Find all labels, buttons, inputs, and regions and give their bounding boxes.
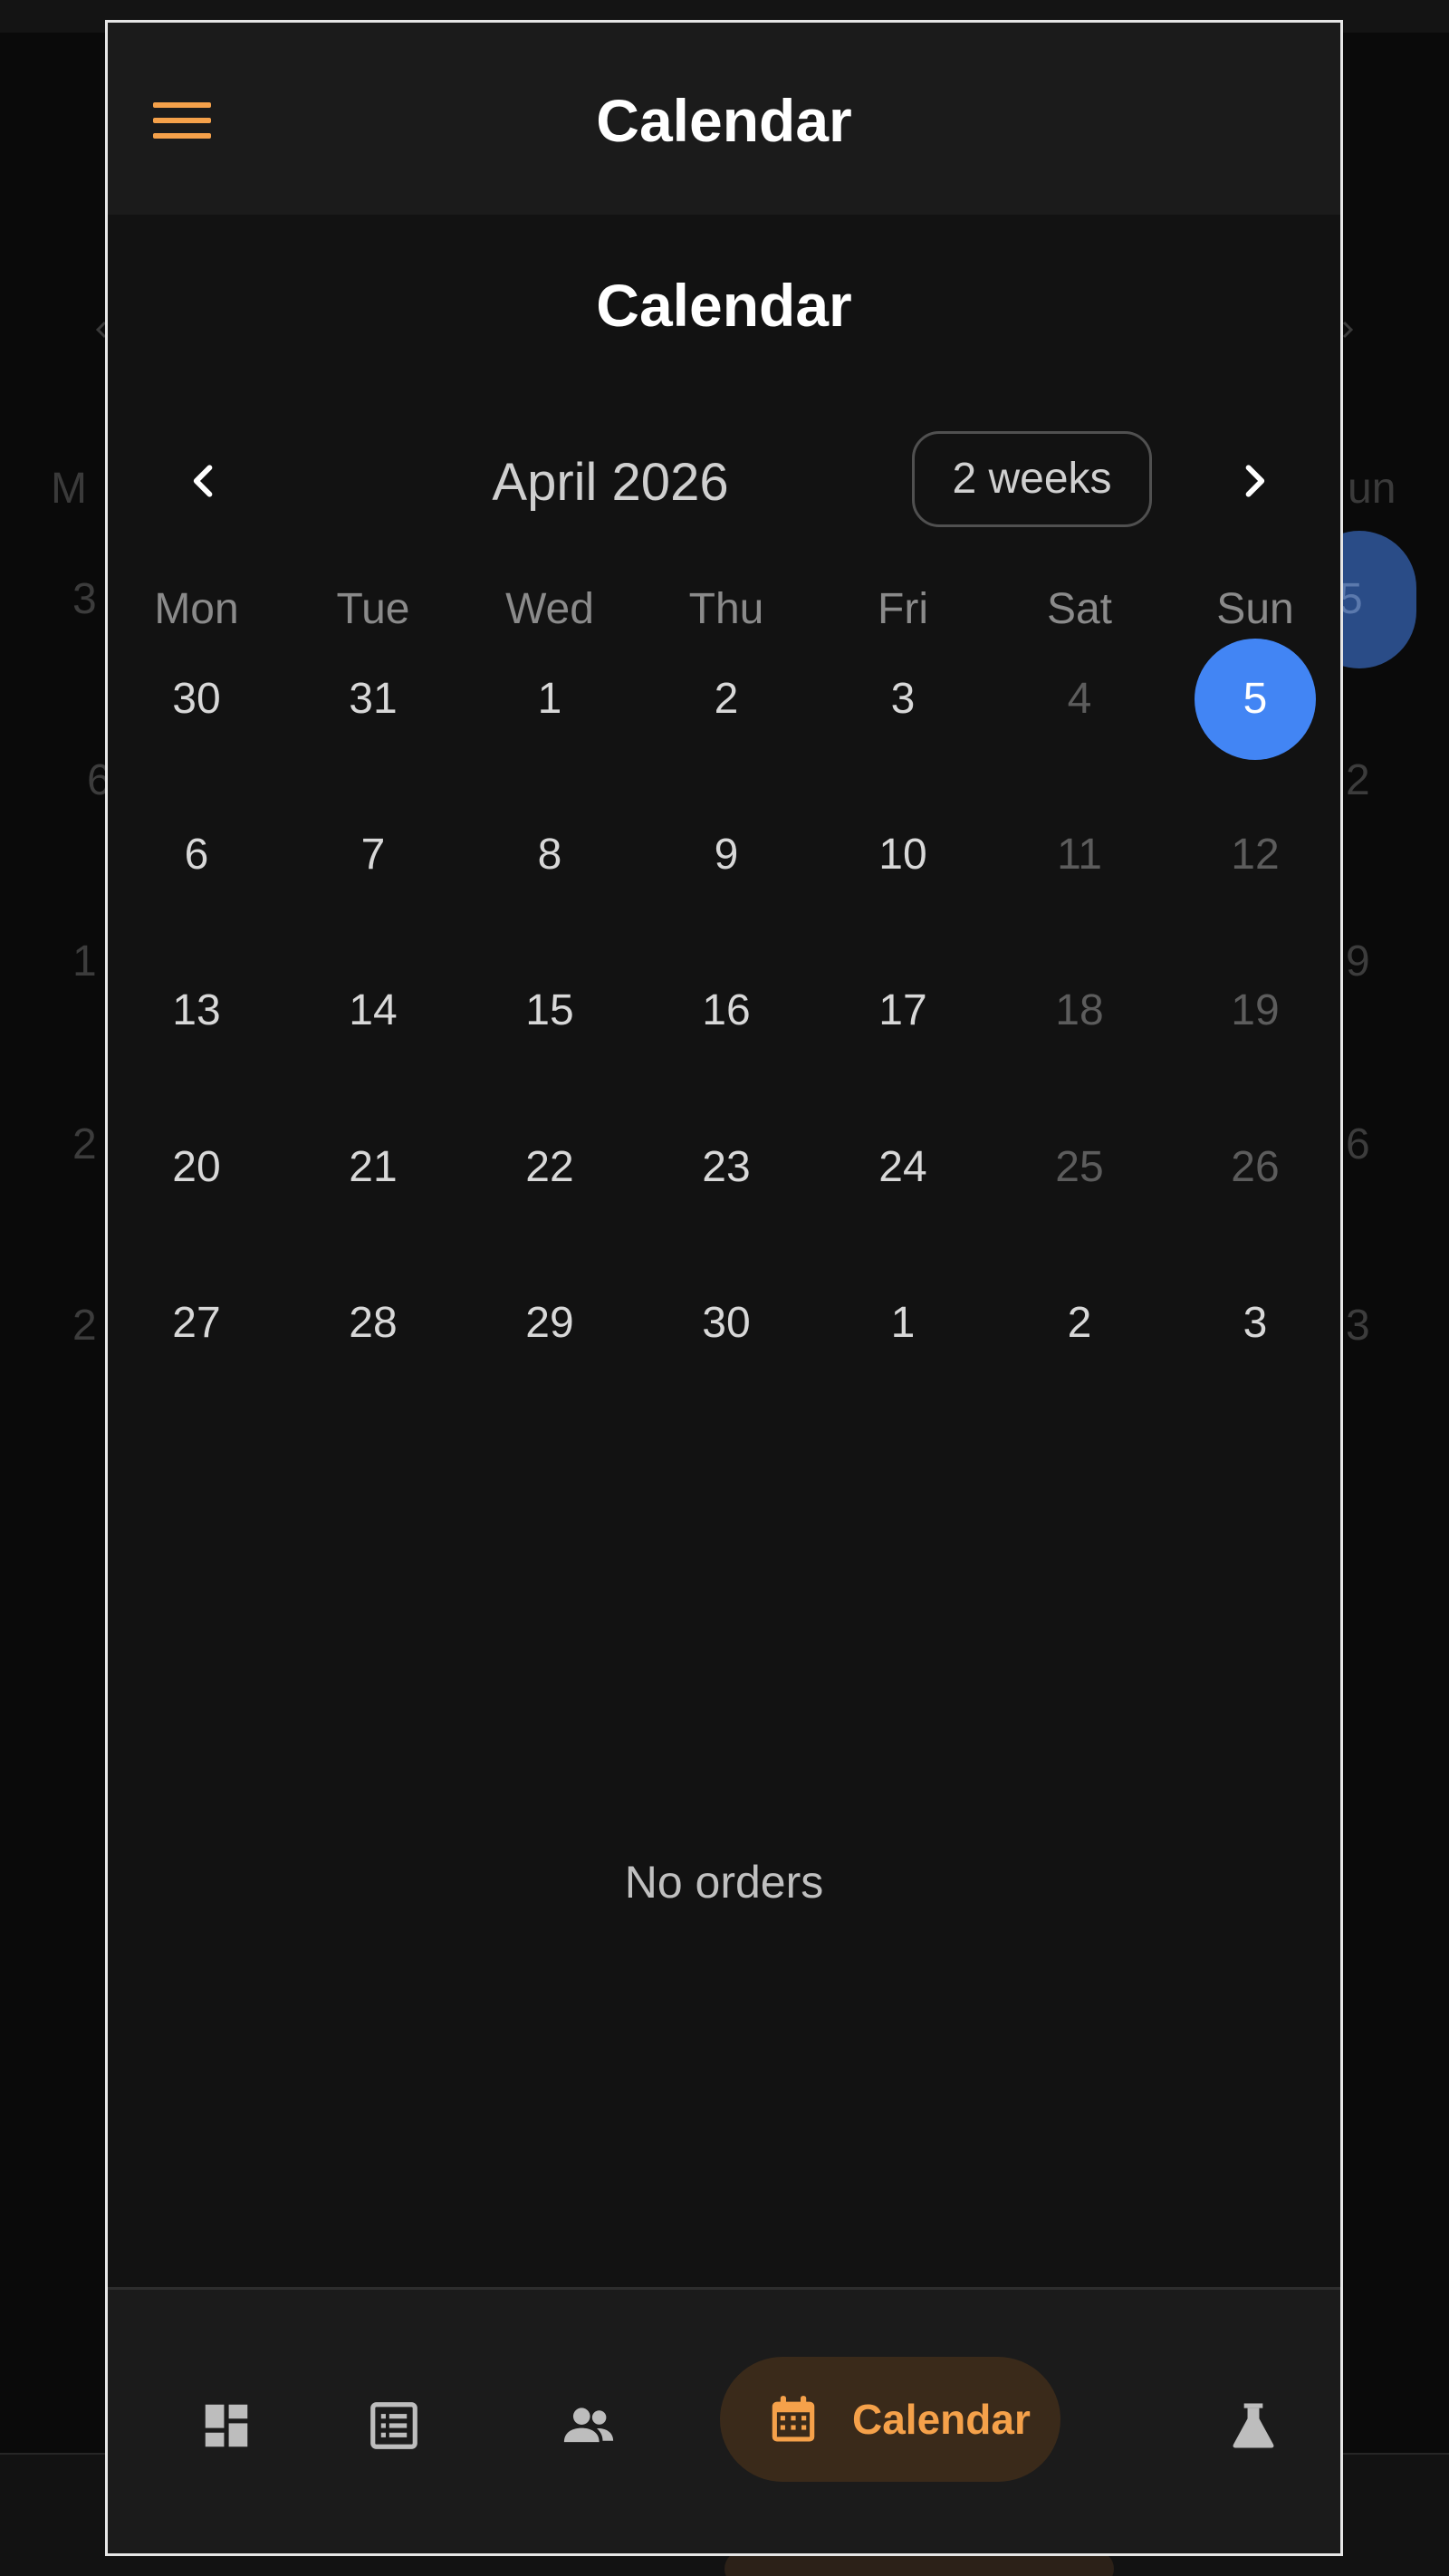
- calendar-icon: [772, 2396, 815, 2442]
- day-cell[interactable]: 4: [1012, 670, 1147, 728]
- day-cell[interactable]: 30: [658, 1294, 794, 1352]
- day-cell[interactable]: 6: [129, 826, 264, 884]
- people-icon: [563, 2408, 614, 2443]
- day-cell[interactable]: 29: [482, 1294, 618, 1352]
- bar-chart-icon: [1339, 2398, 1343, 2454]
- chevron-right-icon: [1245, 465, 1265, 497]
- weekday-header: Tue: [336, 585, 410, 633]
- day-cell[interactable]: 17: [835, 982, 971, 1040]
- day-cell[interactable]: 1: [835, 1294, 971, 1352]
- weekday-header: Mon: [154, 585, 239, 633]
- chevron-left-icon: [193, 465, 213, 497]
- background-day-fragment: 9: [1346, 937, 1370, 985]
- weekday-header: Wed: [505, 585, 594, 633]
- day-cell[interactable]: 20: [129, 1139, 264, 1197]
- nav-statistics[interactable]: [1312, 2371, 1343, 2480]
- day-cell[interactable]: 23: [658, 1139, 794, 1197]
- day-cell[interactable]: 14: [305, 982, 441, 1040]
- day-cell[interactable]: 10: [835, 826, 971, 884]
- app-window: Calendar Calendar April 2026 2 weeks Mon…: [105, 20, 1343, 2556]
- background-day-fragment: 1: [72, 937, 97, 985]
- flask-icon: [1233, 2403, 1274, 2448]
- day-cell[interactable]: 21: [305, 1139, 441, 1197]
- nav-calendar-label: Calendar: [852, 2396, 1031, 2443]
- nav-customers[interactable]: [534, 2371, 643, 2480]
- day-cell[interactable]: 3: [1187, 1294, 1323, 1352]
- day-cell[interactable]: 3: [835, 670, 971, 728]
- day-cell[interactable]: 31: [305, 670, 441, 728]
- nav-calendar[interactable]: Calendar: [720, 2357, 1060, 2482]
- day-cell[interactable]: 22: [482, 1139, 618, 1197]
- background-day-fragment: 2: [72, 1302, 97, 1350]
- nav-orders-list[interactable]: [340, 2371, 448, 2480]
- day-cell[interactable]: 27: [129, 1294, 264, 1352]
- day-cell[interactable]: 28: [305, 1294, 441, 1352]
- background-day-fragment: 3: [72, 575, 97, 623]
- background-day-fragment: 6: [1346, 1120, 1370, 1168]
- day-cell[interactable]: 7: [305, 826, 441, 884]
- day-cell[interactable]: 24: [835, 1139, 971, 1197]
- previous-month-button[interactable]: [164, 441, 244, 521]
- day-cell[interactable]: 1: [482, 670, 618, 728]
- day-cell[interactable]: 9: [658, 826, 794, 884]
- weekday-header: Sun: [1216, 585, 1294, 633]
- day-cell[interactable]: 8: [482, 826, 618, 884]
- day-cell[interactable]: 13: [129, 982, 264, 1040]
- weekday-header: Sat: [1046, 585, 1113, 633]
- day-cell[interactable]: 15: [482, 982, 618, 1040]
- background-weekday-fragment: un: [1348, 465, 1396, 513]
- dashboard-icon: [205, 2404, 248, 2447]
- app-bar-title: Calendar: [596, 87, 852, 154]
- app-bar: Calendar: [108, 23, 1340, 215]
- month-label: April 2026: [492, 453, 729, 512]
- page-title: Calendar: [596, 272, 852, 339]
- day-cell[interactable]: 12: [1187, 826, 1323, 884]
- day-cell[interactable]: 25: [1012, 1139, 1147, 1197]
- nav-lab[interactable]: [1199, 2371, 1308, 2480]
- day-cell[interactable]: 2: [658, 670, 794, 728]
- empty-orders-message: No orders: [624, 1857, 824, 1908]
- weekday-header: Fri: [878, 585, 928, 633]
- day-cell[interactable]: 30: [129, 670, 264, 728]
- weekday-header: Thu: [688, 585, 764, 633]
- list-icon: [370, 2402, 417, 2449]
- bottom-navigation: Calendar: [108, 2287, 1343, 2553]
- day-cell[interactable]: 18: [1012, 982, 1147, 1040]
- day-cell[interactable]: 2: [1012, 1294, 1147, 1352]
- day-cell-today[interactable]: 5: [1187, 670, 1323, 728]
- nav-dashboard[interactable]: [172, 2371, 281, 2480]
- background-weekday-fragment: M: [51, 465, 87, 513]
- background-day-fragment: 3: [1346, 1302, 1370, 1350]
- background-day-fragment: 2: [1346, 756, 1370, 804]
- format-toggle-button[interactable]: 2 weeks: [912, 431, 1152, 527]
- next-month-button[interactable]: [1214, 441, 1294, 521]
- day-cell[interactable]: 16: [658, 982, 794, 1040]
- day-cell[interactable]: 19: [1187, 982, 1323, 1040]
- day-cell[interactable]: 11: [1012, 826, 1147, 884]
- day-cell[interactable]: 26: [1187, 1139, 1323, 1197]
- background-day-fragment: 2: [72, 1120, 97, 1168]
